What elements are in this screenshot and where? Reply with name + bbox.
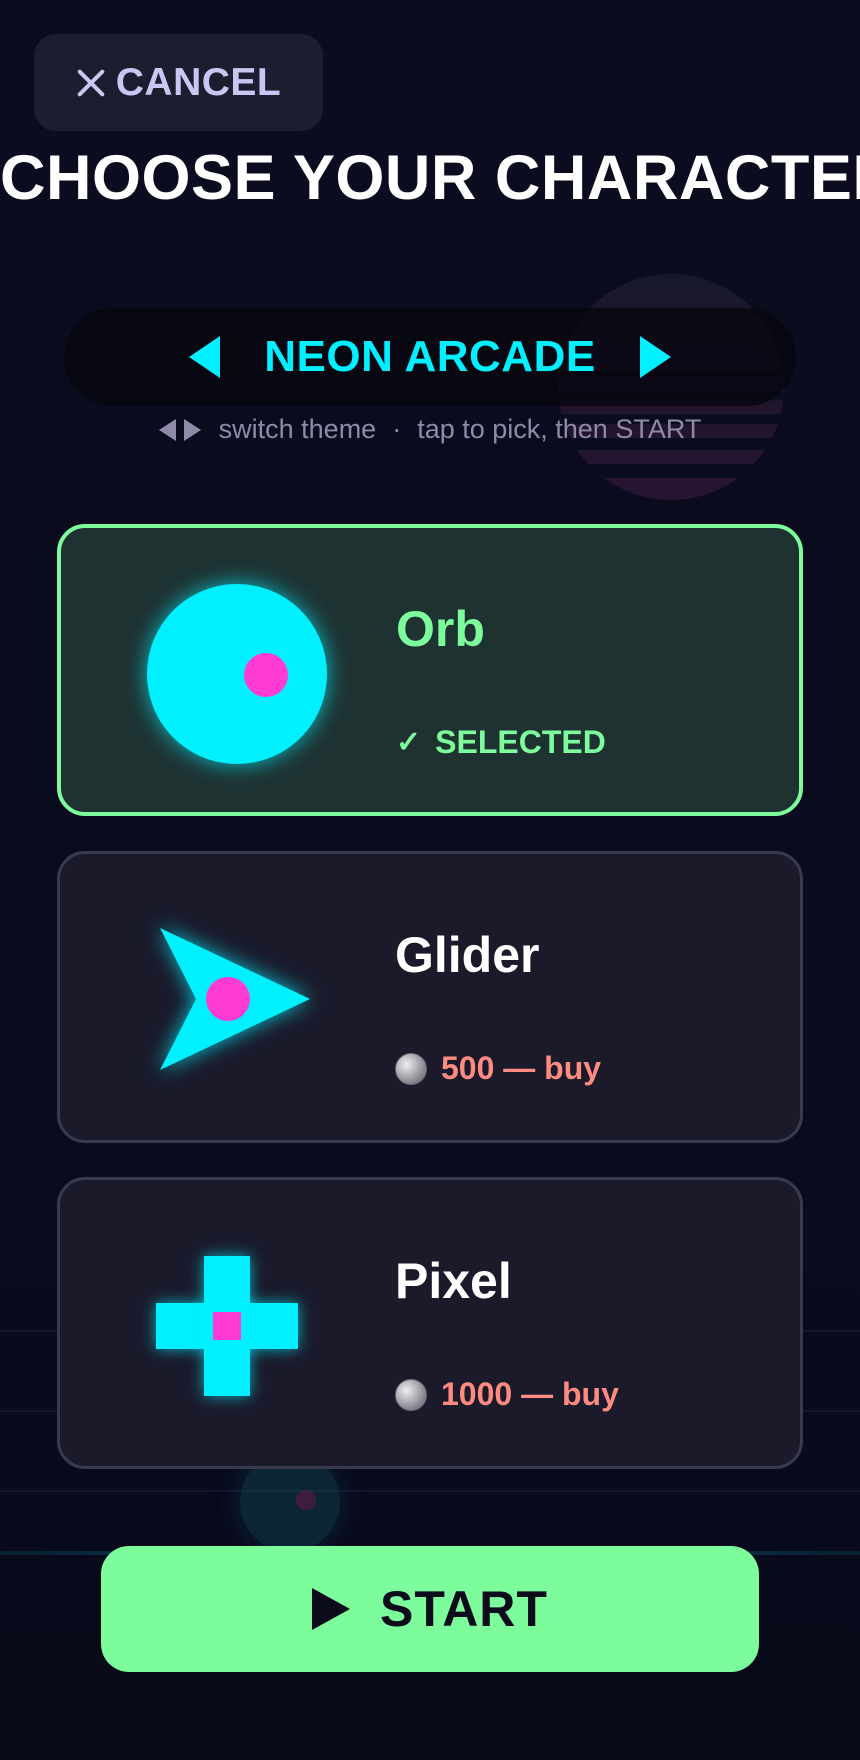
price-label: 1000 — buy [441, 1376, 619, 1412]
background-orb-dot [296, 1490, 316, 1510]
page-title: CHOOSE YOUR CHARACTER [0, 143, 860, 213]
price-status: 500 — buy [395, 1050, 601, 1087]
hint-pick-text: tap to pick, then START [417, 414, 702, 444]
orb-core [244, 653, 288, 697]
arrow-left-icon[interactable] [189, 336, 221, 378]
selected-label: SELECTED [435, 724, 606, 760]
theme-name: NEON ARCADE [264, 332, 596, 381]
hint-arrow-left-icon [158, 418, 176, 441]
cancel-label: CANCEL [115, 60, 282, 104]
pixel-character-preview [140, 1230, 330, 1420]
hint-switch-text: switch theme [218, 414, 377, 444]
character-card-orb[interactable]: Orb ✓ SELECTED [57, 524, 803, 816]
price-label: 500 — buy [441, 1050, 602, 1086]
glider-character-preview [140, 904, 330, 1094]
instructions-hint: switch theme · tap to pick, then START [0, 414, 860, 445]
background-grid-line [0, 1490, 860, 1492]
play-icon [312, 1588, 351, 1630]
price-status: 1000 — buy [395, 1376, 619, 1413]
pixel-core [213, 1312, 241, 1340]
theme-selector: NEON ARCADE [64, 308, 796, 406]
character-name: Pixel [395, 1253, 512, 1309]
character-card-glider[interactable]: Glider 500 — buy [57, 851, 803, 1143]
coin-icon [395, 1052, 427, 1085]
character-name: Orb [396, 601, 485, 657]
character-select-screen: CANCEL CHOOSE YOUR CHARACTER NEON ARCADE… [0, 0, 860, 1760]
glider-body [160, 928, 310, 1070]
selected-status: ✓ SELECTED [396, 724, 606, 761]
coin-icon [395, 1378, 427, 1411]
check-icon: ✓ [396, 726, 422, 759]
hint-arrow-right-icon [183, 418, 201, 441]
arrow-right-icon[interactable] [639, 336, 671, 378]
character-name: Glider [395, 927, 540, 983]
orb-character-preview [141, 578, 331, 768]
start-button[interactable]: START [101, 1546, 759, 1672]
hint-separator: · [392, 414, 402, 444]
orb-body [147, 584, 327, 764]
cancel-button[interactable]: CANCEL [34, 34, 323, 131]
character-card-pixel[interactable]: Pixel 1000 — buy [57, 1177, 803, 1469]
close-icon [76, 68, 106, 98]
start-label: START [380, 1581, 548, 1637]
